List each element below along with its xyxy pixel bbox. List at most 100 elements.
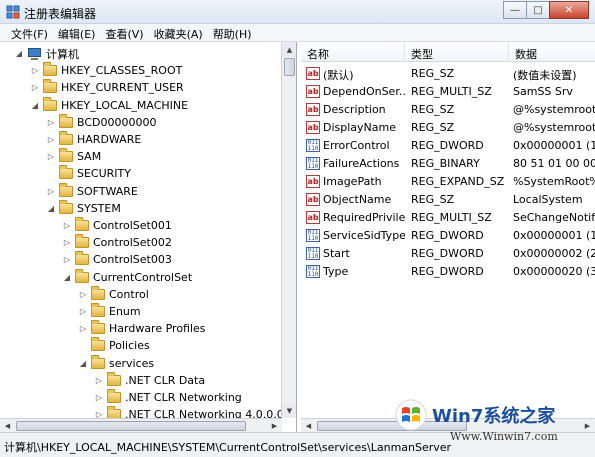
tree-node-label: HKEY_LOCAL_MACHINE: [61, 98, 189, 112]
menu-bar: 文件(F) 编辑(E) 查看(V) 收藏夹(A) 帮助(H): [0, 24, 595, 42]
menu-help[interactable]: 帮助(H): [208, 24, 257, 41]
value-name: Description: [323, 103, 386, 116]
maximize-button[interactable]: □: [526, 1, 550, 19]
value-row[interactable]: 011 110 Start REG_DWORD 0x00000002 (2): [301, 245, 595, 263]
collapsed-arrow-icon[interactable]: ▷: [78, 324, 88, 334]
tree-node[interactable]: ▷ .NET CLR Networking 4.0.0.0: [94, 406, 282, 418]
value-row[interactable]: 011 110 ErrorControl REG_DWORD 0x00000001 (1…: [301, 137, 595, 155]
tree-node[interactable]: ▷ ControlSet001: [62, 217, 172, 234]
window-controls: — □ ✕: [503, 1, 589, 19]
tree-node[interactable]: ▷ HKEY_CLASSES_ROOT: [30, 62, 182, 79]
binary-value-icon: 011 110: [306, 139, 320, 152]
column-header-name[interactable]: 名称: [301, 42, 405, 62]
value-data: (数值未设置): [513, 69, 577, 82]
value-row[interactable]: ab DependOnSer... REG_MULTI_SZ SamSS Srv: [301, 83, 595, 101]
collapsed-arrow-icon[interactable]: ▷: [46, 152, 56, 162]
folder-icon: [91, 303, 105, 317]
tree-node-label: SECURITY: [77, 167, 131, 181]
collapsed-arrow-icon[interactable]: ▷: [94, 410, 104, 418]
collapsed-arrow-icon[interactable]: ▷: [46, 117, 56, 127]
tree-node[interactable]: SECURITY: [46, 165, 131, 182]
tree-hscroll-thumb[interactable]: [16, 421, 246, 431]
tree-node[interactable]: ◢ 计算机: [14, 45, 79, 62]
tree-node[interactable]: ▷ .NET CLR Data: [94, 371, 205, 389]
value-data: 80 51 01 00 00: [513, 157, 595, 170]
tree-node[interactable]: ▷ .NET CLR Networking: [94, 389, 242, 406]
expanded-arrow-icon[interactable]: ◢: [78, 358, 88, 368]
folder-icon: [43, 79, 57, 94]
column-header-type[interactable]: 类型: [405, 42, 509, 62]
tree-node[interactable]: ▷ ControlSet003: [62, 251, 172, 268]
value-name: ErrorControl: [323, 139, 390, 152]
menu-view[interactable]: 查看(V): [100, 24, 148, 41]
scroll-left-icon[interactable]: ◀: [301, 419, 316, 432]
tree-node[interactable]: ▷ HARDWARE: [46, 131, 141, 148]
string-value-icon: ab: [306, 211, 320, 224]
tree-horizontal-scrollbar[interactable]: ◀ ▶: [0, 418, 282, 432]
value-row[interactable]: ab DisplayName REG_SZ @%systemroot: [301, 119, 595, 137]
value-row[interactable]: 011 110 ServiceSidType REG_DWORD 0x00000001 …: [301, 227, 595, 245]
tree-node[interactable]: ▷ ControlSet002: [62, 234, 172, 251]
collapsed-arrow-icon[interactable]: ▷: [46, 186, 56, 196]
tree-node[interactable]: ◢ HKEY_LOCAL_MACHINE: [30, 96, 189, 114]
tree-node[interactable]: ▷ Hardware Profiles: [78, 320, 206, 337]
tree-node[interactable]: ▷ SAM: [46, 148, 101, 165]
expanded-arrow-icon[interactable]: ◢: [30, 100, 40, 110]
value-row[interactable]: ab (默认) REG_SZ (数值未设置): [301, 65, 595, 83]
value-row[interactable]: ab ImagePath REG_EXPAND_SZ %SystemRoot%: [301, 173, 595, 191]
expanded-arrow-icon[interactable]: ◢: [46, 203, 56, 213]
expanded-arrow-icon[interactable]: ◢: [62, 272, 72, 282]
scroll-up-icon[interactable]: ▲: [282, 42, 296, 57]
tree-node[interactable]: ▷ SOFTWARE: [46, 182, 138, 200]
tree-node-label: SYSTEM: [77, 201, 121, 215]
value-row[interactable]: ab Description REG_SZ @%systemroot: [301, 101, 595, 119]
no-expander: [78, 341, 88, 351]
menu-favorites[interactable]: 收藏夹(A): [149, 24, 208, 41]
binary-value-icon: 011 110: [306, 157, 320, 170]
expanded-arrow-icon[interactable]: ◢: [14, 49, 24, 59]
collapsed-arrow-icon[interactable]: ▷: [62, 255, 72, 265]
value-row[interactable]: ab ObjectName REG_SZ LocalSystem: [301, 191, 595, 209]
tree-node-label: Enum: [109, 305, 141, 318]
tree-node[interactable]: ◢ CurrentControlSet: [62, 268, 192, 286]
menu-edit[interactable]: 编辑(E): [53, 24, 101, 41]
tree-vertical-scrollbar[interactable]: ▲ ▼: [281, 42, 296, 418]
value-row[interactable]: 011 110 FailureActions REG_BINARY 80 51 01 0…: [301, 155, 595, 173]
tree-node-label: HKEY_CLASSES_ROOT: [61, 64, 183, 78]
value-data: SeChangeNotif: [513, 211, 595, 224]
column-header-data[interactable]: 数据: [509, 42, 595, 62]
collapsed-arrow-icon[interactable]: ▷: [94, 393, 104, 403]
collapsed-arrow-icon[interactable]: ▷: [62, 221, 72, 231]
minimize-button[interactable]: —: [503, 1, 527, 19]
value-row[interactable]: abRequiredPrivile... REG_MULTI_SZ SeChange…: [301, 209, 595, 227]
collapsed-arrow-icon[interactable]: ▷: [62, 238, 72, 248]
value-row[interactable]: 011110Type REG_DWORD 0x00000020 (32): [301, 263, 595, 281]
value-type: REG_MULTI_SZ: [411, 85, 492, 98]
tree-node[interactable]: ▷ HKEY_CURRENT_USER: [30, 79, 184, 96]
collapsed-arrow-icon[interactable]: ▷: [46, 135, 56, 145]
tree-node[interactable]: ▷ BCD00000000: [46, 113, 157, 131]
scroll-left-icon[interactable]: ◀: [0, 419, 15, 432]
value-data: LocalSystem: [513, 193, 583, 206]
value-name: ServiceSidType: [323, 229, 405, 242]
scroll-right-icon[interactable]: ▶: [267, 419, 282, 432]
tree-node[interactable]: ▷ Enum: [78, 303, 141, 320]
tree-scroll-thumb[interactable]: [284, 58, 295, 76]
tree-node[interactable]: ◢ SYSTEM: [46, 199, 121, 217]
collapsed-arrow-icon[interactable]: ▷: [78, 289, 88, 299]
tree-node-label: BCD00000000: [77, 115, 157, 129]
value-type: REG_DWORD: [411, 265, 484, 278]
tree-node[interactable]: ◢ services: [78, 354, 154, 372]
menu-file[interactable]: 文件(F): [6, 24, 53, 41]
collapsed-arrow-icon[interactable]: ▷: [94, 375, 104, 385]
folder-icon: [107, 406, 121, 418]
tree-node[interactable]: Policies: [78, 337, 150, 354]
tree-node[interactable]: ▷ Control: [78, 285, 149, 303]
scroll-down-icon[interactable]: ▼: [282, 403, 296, 418]
close-button[interactable]: ✕: [549, 1, 589, 19]
collapsed-arrow-icon[interactable]: ▷: [30, 66, 40, 76]
value-type: REG_SZ: [411, 67, 455, 80]
collapsed-arrow-icon[interactable]: ▷: [78, 307, 88, 317]
watermark: Win7系统之家 Www.Winwin7.com: [390, 396, 595, 454]
collapsed-arrow-icon[interactable]: ▷: [30, 83, 40, 93]
